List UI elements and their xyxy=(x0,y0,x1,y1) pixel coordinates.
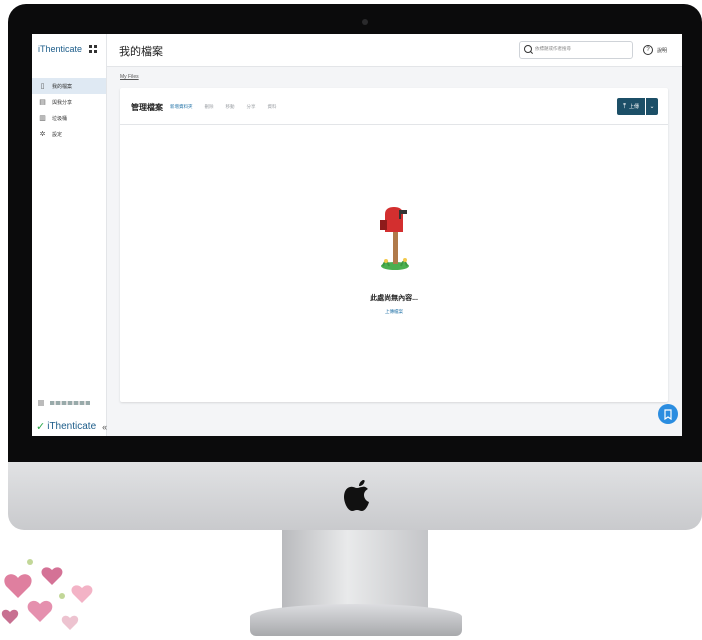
sidebar-item-my-files[interactable]: ▯ 我的檔案 xyxy=(32,78,106,94)
sidebar-item-label: 與我分享 xyxy=(52,99,73,106)
page-title: 我的檔案 xyxy=(119,46,163,58)
upload-file-link[interactable]: 上傳檔案 xyxy=(120,309,668,315)
upload-button[interactable]: ⤒ 上傳 xyxy=(617,98,645,115)
trash-icon: ▥ xyxy=(39,114,46,122)
shared-icon: ▤ xyxy=(39,98,46,106)
sidebar-item-trash[interactable]: ▥ 垃圾桶 xyxy=(32,110,106,126)
new-folder-button[interactable]: 新增資料夾 xyxy=(170,104,193,110)
empty-state-title: 此處尚無內容... xyxy=(370,295,418,302)
user-name-redacted xyxy=(50,401,90,405)
upload-menu-button[interactable]: ⌄ xyxy=(646,98,658,115)
upload-label: 上傳 xyxy=(629,104,640,110)
sidebar: iThenticate ▯ 我的檔案 ▤ 與我分享 ▥ 垃圾桶 ✲ 設定 ✓ i… xyxy=(32,34,107,436)
search-icon xyxy=(524,45,532,53)
files-card: 管理檔案 新增資料夾 刪除 移動 分享 資料 ⤒ 上傳 ⌄ 此處尚無內容... … xyxy=(120,88,668,402)
apple-logo-icon xyxy=(344,480,369,511)
search-placeholder: 依標題或作者搜尋 xyxy=(535,46,571,51)
help-icon: ? xyxy=(643,45,653,55)
help-label: 說明 xyxy=(657,47,668,54)
file-actions: 新增資料夾 刪除 移動 分享 資料 xyxy=(170,104,289,110)
move-button[interactable]: 移動 xyxy=(226,104,235,110)
apps-grid-icon[interactable] xyxy=(89,45,97,53)
check-icon: ✓ xyxy=(36,421,46,433)
chat-button[interactable] xyxy=(658,404,678,424)
avatar xyxy=(38,400,44,406)
user-account[interactable] xyxy=(38,400,90,406)
sidebar-item-settings[interactable]: ✲ 設定 xyxy=(32,126,106,142)
breadcrumb[interactable]: My Files xyxy=(120,74,139,80)
footer-brand: ✓ iThenticate « xyxy=(36,420,107,433)
sidebar-item-label: 垃圾桶 xyxy=(52,115,68,122)
app-screen: iThenticate ▯ 我的檔案 ▤ 與我分享 ▥ 垃圾桶 ✲ 設定 ✓ i… xyxy=(32,34,682,436)
mailbox-icon xyxy=(380,207,409,270)
sidebar-item-label: 我的檔案 xyxy=(52,83,73,90)
info-button[interactable]: 資料 xyxy=(268,104,277,110)
sidebar-item-shared[interactable]: ▤ 與我分享 xyxy=(32,94,106,110)
delete-button[interactable]: 刪除 xyxy=(205,104,214,110)
hearts-decoration xyxy=(1,559,93,630)
file-icon: ▯ xyxy=(40,82,45,90)
sidebar-nav: ▯ 我的檔案 ▤ 與我分享 ▥ 垃圾桶 ✲ 設定 xyxy=(32,78,106,142)
share-button[interactable]: 分享 xyxy=(247,104,256,110)
camera xyxy=(362,19,368,25)
top-bar: 我的檔案 依標題或作者搜尋 ? 說明 xyxy=(107,34,682,67)
chevron-down-icon: ⌄ xyxy=(649,104,655,110)
upload-icon: ⤒ xyxy=(622,102,627,110)
bookmark-chat-icon xyxy=(664,408,672,420)
card-header: 管理檔案 新增資料夾 刪除 移動 分享 資料 ⤒ 上傳 ⌄ xyxy=(120,88,668,125)
card-title: 管理檔案 xyxy=(131,103,163,112)
brand-logo[interactable]: iThenticate xyxy=(38,44,82,54)
collapse-sidebar-icon[interactable]: « xyxy=(102,422,107,432)
help-button[interactable]: ? 說明 xyxy=(643,45,667,55)
search-input[interactable]: 依標題或作者搜尋 xyxy=(519,41,633,59)
sidebar-item-label: 設定 xyxy=(52,131,63,138)
monitor-stand-foot xyxy=(250,604,462,636)
footer-brand-text: iThenticate xyxy=(47,421,97,432)
gear-icon: ✲ xyxy=(39,130,46,138)
